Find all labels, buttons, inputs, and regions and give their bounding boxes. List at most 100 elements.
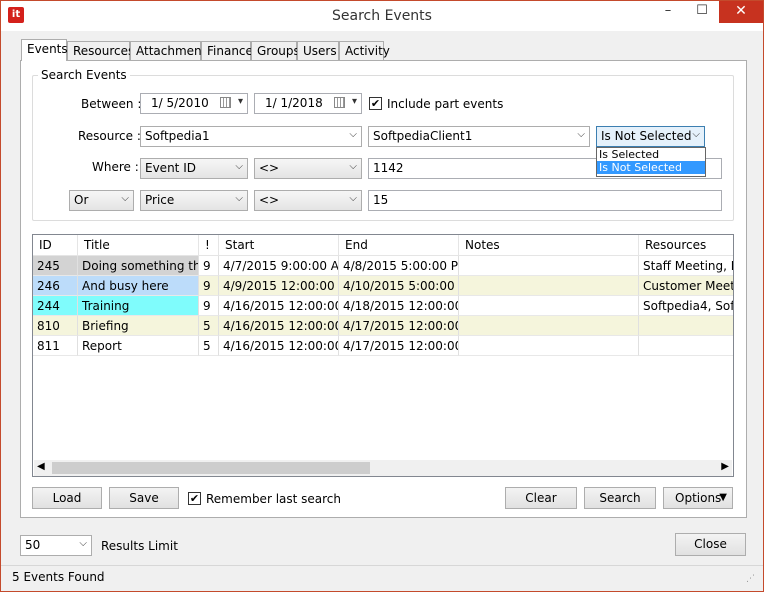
cell-id: 245 (33, 256, 78, 276)
selection-dropdown-list: Is Selected Is Not Selected (596, 147, 706, 177)
window-title: Search Events (332, 8, 432, 24)
tab-activity[interactable]: Activity (339, 41, 390, 60)
column-header-resources[interactable]: Resources (639, 235, 733, 256)
cell-id: 810 (33, 316, 78, 336)
results-limit-select[interactable]: 50 ⌵ (20, 535, 92, 556)
resize-grip-icon[interactable]: ⋰ (746, 574, 755, 584)
cell-start: 4/16/2015 12:00:00 ... (219, 316, 339, 336)
tab-resources[interactable]: Resources (67, 41, 134, 60)
column-header-priority[interactable]: ! (199, 235, 219, 256)
cell-resources: Customer Meeting, (639, 276, 733, 296)
close-button[interactable]: Close (675, 533, 746, 556)
cell-title: Briefing (78, 316, 199, 336)
cell-id: 246 (33, 276, 78, 296)
cell-resources (639, 316, 733, 336)
cell-title: And busy here (78, 276, 199, 296)
horizontal-scrollbar[interactable]: ◀ ▶ (34, 460, 732, 476)
tab-attachments[interactable]: Attachments (130, 41, 213, 60)
cell-id: 811 (33, 336, 78, 356)
cell-end: 4/17/2015 12:00:00 ... (339, 336, 459, 356)
date-to-picker[interactable]: 1/ 1/2018 ▾ (254, 93, 362, 114)
include-part-checkbox[interactable]: ✔ (369, 97, 382, 110)
where-field-value: Event ID (145, 161, 196, 175)
chevron-down-icon: ⌵ (349, 129, 357, 140)
cell-start: 4/16/2015 12:00:00 ... (219, 296, 339, 316)
load-button[interactable]: Load (32, 487, 102, 509)
options-button[interactable]: Options ▼ (663, 487, 733, 509)
cell-notes (459, 316, 639, 336)
remember-search-checkbox[interactable]: ✔ (188, 492, 201, 505)
chevron-down-icon: ⌵ (235, 193, 243, 204)
tab-users[interactable]: Users (297, 41, 339, 60)
search-events-window: it Search Events – ☐ ✕ Events Resources … (0, 0, 764, 592)
or-field-select[interactable]: Price ⌵ (140, 190, 248, 211)
date-from-picker[interactable]: 1/ 5/2010 ▾ (140, 93, 248, 114)
cell-pri: 5 (199, 336, 219, 356)
option-is-selected[interactable]: Is Selected (597, 148, 705, 161)
results-grid[interactable]: ID Title ! Start End Notes Resources 245… (32, 234, 734, 477)
column-header-start[interactable]: Start (219, 235, 339, 256)
or-value-input[interactable]: 15 (368, 190, 722, 211)
maximize-button[interactable]: ☐ (685, 1, 719, 23)
calendar-icon (334, 97, 345, 108)
resource-label: Resource : (78, 129, 141, 143)
logic-operator-select[interactable]: Or ⌵ (69, 190, 134, 211)
title-bar: it Search Events – ☐ ✕ (1, 1, 763, 31)
dropdown-arrow-icon: ▼ (719, 492, 727, 503)
include-part-label: Include part events (387, 97, 504, 111)
minimize-button[interactable]: – (651, 1, 685, 23)
cell-resources: Softpedia4, Softpe (639, 296, 733, 316)
cell-notes (459, 336, 639, 356)
cell-resources (639, 336, 733, 356)
scrollbar-thumb[interactable] (52, 462, 370, 474)
chevron-down-icon: ⌵ (121, 193, 129, 204)
chevron-down-icon: ⌵ (349, 161, 357, 172)
cell-start: 4/7/2015 9:00:00 AM (219, 256, 339, 276)
cell-start: 4/16/2015 12:00:00 ... (219, 336, 339, 356)
column-header-title[interactable]: Title (78, 235, 199, 256)
tab-finance[interactable]: Finance (201, 41, 253, 60)
chevron-down-icon: ⌵ (577, 129, 585, 140)
results-limit-value: 50 (25, 538, 41, 552)
scroll-right-icon[interactable]: ▶ (721, 461, 729, 472)
cell-notes (459, 276, 639, 296)
options-label: Options (675, 491, 722, 505)
where-field-select[interactable]: Event ID ⌵ (140, 158, 248, 179)
tab-groups[interactable]: Groups (251, 41, 300, 60)
column-header-end[interactable]: End (339, 235, 459, 256)
cell-pri: 5 (199, 316, 219, 336)
client-select-value: SoftpediaClient1 (373, 129, 473, 143)
logic-operator-value: Or (74, 193, 89, 207)
chevron-down-icon: ▾ (237, 96, 243, 107)
resource-select-value: Softpedia1 (145, 129, 210, 143)
option-is-not-selected[interactable]: Is Not Selected (597, 161, 705, 174)
chevron-down-icon: ⌵ (349, 193, 357, 204)
remember-search-label: Remember last search (206, 492, 342, 506)
cell-start: 4/9/2015 12:00:00 AM (219, 276, 339, 296)
where-operator-select[interactable]: <> ⌵ (254, 158, 362, 179)
date-to-value: 1/ 1/2018 (265, 96, 323, 110)
chevron-down-icon: ▾ (351, 96, 357, 107)
client-select[interactable]: SoftpediaClient1 ⌵ (368, 126, 590, 147)
or-operator-select[interactable]: <> ⌵ (254, 190, 362, 211)
save-button[interactable]: Save (109, 487, 179, 509)
where-label: Where : (92, 160, 139, 174)
status-bar: 5 Events Found ⋰ (1, 565, 763, 591)
window-close-button[interactable]: ✕ (719, 1, 763, 23)
column-header-id[interactable]: ID (33, 235, 78, 256)
cell-title: Training (78, 296, 199, 316)
tab-events[interactable]: Events (21, 39, 68, 61)
cell-end: 4/17/2015 12:00:00 ... (339, 316, 459, 336)
column-header-notes[interactable]: Notes (459, 235, 639, 256)
cell-notes (459, 256, 639, 276)
selection-select[interactable]: Is Not Selected ⌵ (596, 126, 705, 147)
between-label: Between : (81, 97, 142, 111)
clear-button[interactable]: Clear (505, 487, 577, 509)
scroll-left-icon[interactable]: ◀ (37, 461, 45, 472)
cell-pri: 9 (199, 296, 219, 316)
chevron-down-icon: ⌵ (79, 538, 87, 549)
or-field-value: Price (145, 193, 175, 207)
resource-select[interactable]: Softpedia1 ⌵ (140, 126, 362, 147)
search-button[interactable]: Search (584, 487, 656, 509)
cell-end: 4/8/2015 5:00:00 PM (339, 256, 459, 276)
